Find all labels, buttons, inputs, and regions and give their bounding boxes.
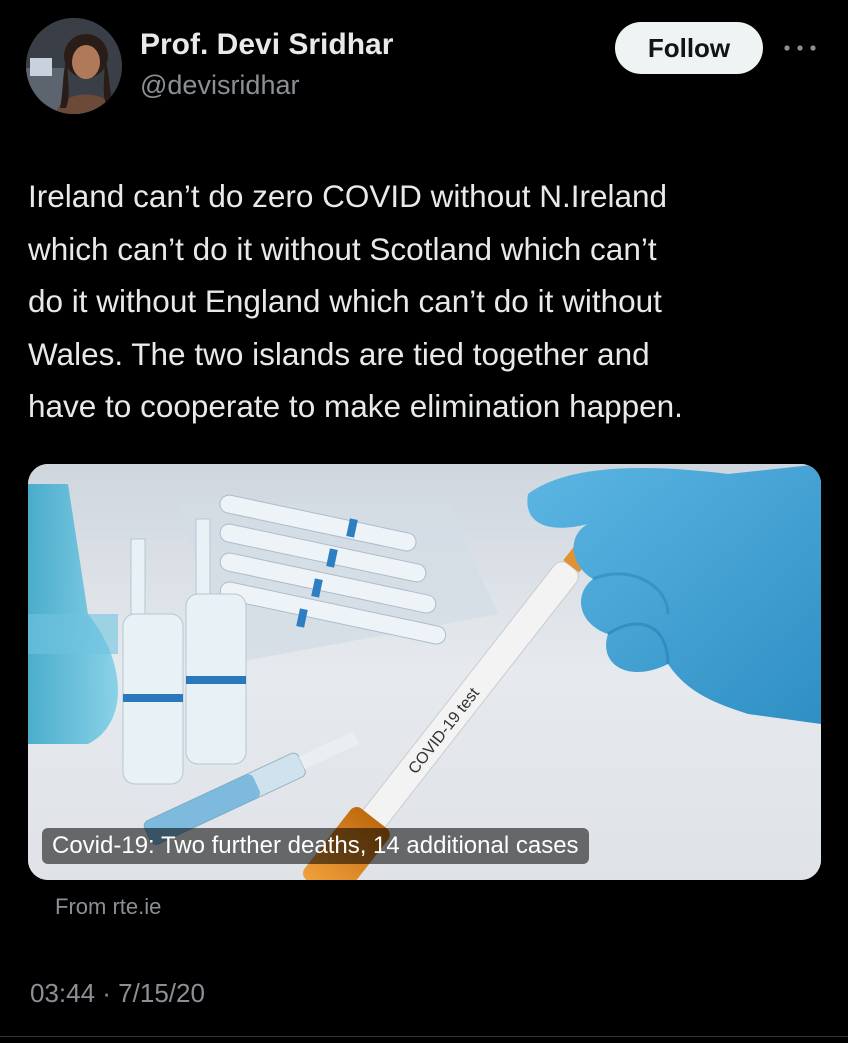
avatar[interactable] bbox=[26, 18, 122, 114]
divider bbox=[0, 1036, 848, 1037]
tweet-text: Ireland can’t do zero COVID without N.Ir… bbox=[28, 178, 683, 424]
author-name[interactable]: Prof. Devi Sridhar bbox=[140, 28, 393, 62]
link-card[interactable]: COVID-19 test Covid-19: Two further deat… bbox=[28, 464, 821, 880]
tweet-timestamp[interactable]: 03:44 · 7/15/20 bbox=[30, 978, 205, 1009]
avatar-photo bbox=[26, 18, 122, 114]
more-options-button[interactable] bbox=[778, 30, 822, 66]
more-horizontal-icon bbox=[784, 45, 816, 51]
follow-button[interactable]: Follow bbox=[615, 22, 763, 74]
card-image: COVID-19 test bbox=[28, 464, 821, 880]
author-handle[interactable]: @devisridhar bbox=[140, 70, 299, 101]
card-caption: Covid-19: Two further deaths, 14 additio… bbox=[42, 828, 589, 864]
card-source[interactable]: From rte.ie bbox=[55, 894, 161, 920]
